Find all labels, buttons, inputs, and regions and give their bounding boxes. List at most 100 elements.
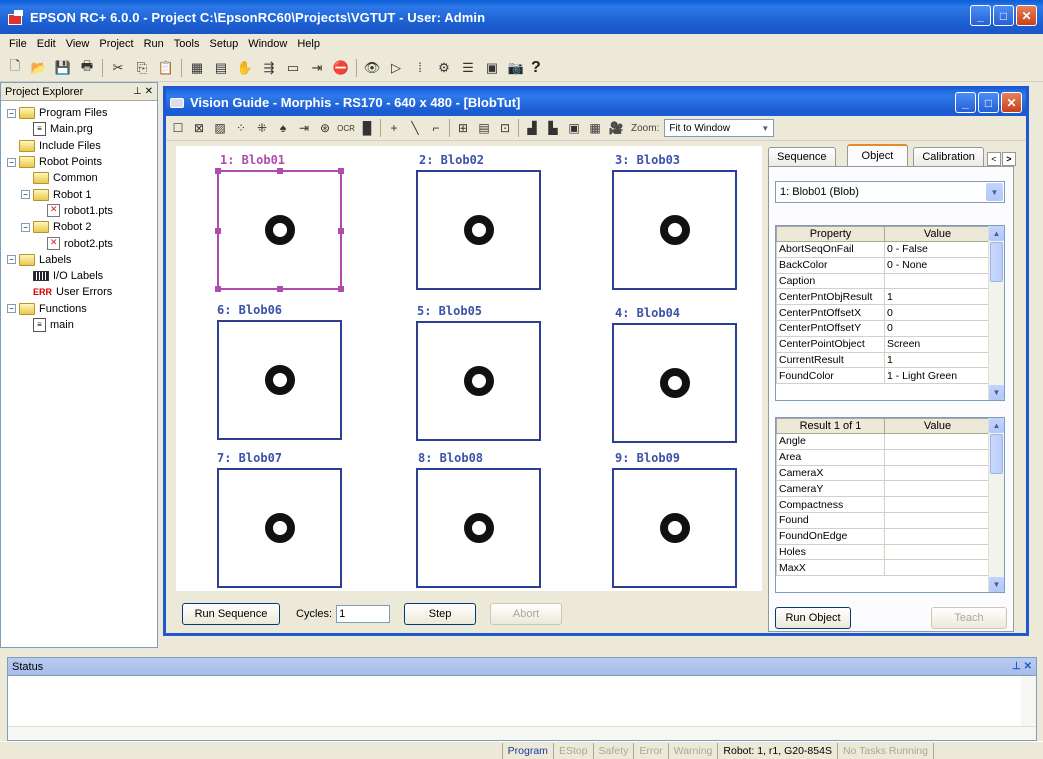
property-value[interactable]: 0 - None xyxy=(884,256,991,274)
step-button[interactable]: Step xyxy=(404,603,477,625)
task-manager-icon[interactable]: ☰ xyxy=(459,59,477,77)
collapse-icon[interactable]: − xyxy=(7,304,16,314)
property-value[interactable]: 1 xyxy=(884,351,991,369)
menu-help[interactable]: Help xyxy=(292,38,325,50)
copy-icon[interactable]: ⎘ xyxy=(133,59,151,77)
tree-item[interactable]: − Functions xyxy=(1,301,157,317)
tree-item[interactable]: − Robot 1 xyxy=(1,186,157,202)
blob-search-window[interactable] xyxy=(612,468,737,588)
blob-search-window[interactable] xyxy=(416,170,541,290)
property-value[interactable]: 0 - False xyxy=(884,241,991,258)
property-value[interactable]: 0 xyxy=(884,319,991,337)
menu-window[interactable]: Window xyxy=(243,38,292,50)
vision-close-button[interactable]: ✕ xyxy=(1001,92,1022,113)
tree-item[interactable]: robot2.pts xyxy=(1,235,157,251)
tree-item[interactable]: Common xyxy=(1,170,157,186)
tree-item[interactable]: ≡ Main.prg xyxy=(1,121,157,137)
line-icon[interactable]: ╲ xyxy=(407,120,423,136)
status-horizontal-scrollbar[interactable] xyxy=(8,726,1036,740)
property-row[interactable]: CenterPntOffsetY 0 xyxy=(776,319,991,337)
build-icon[interactable]: ⇶ xyxy=(260,59,278,77)
object-select[interactable]: 1: Blob01 (Blob) ▼ xyxy=(775,181,1005,203)
menu-tools[interactable]: Tools xyxy=(169,38,205,50)
teach-button[interactable]: Teach xyxy=(931,607,1007,629)
new-file-icon[interactable]: 🗋 xyxy=(6,58,24,77)
vision-image-display[interactable]: 1: Blob01 2: Blob02 3: Blob03 6: Blob06 … xyxy=(176,146,762,591)
step-icon[interactable]: ⇥ xyxy=(308,59,326,77)
stop-icon[interactable]: ⛔ xyxy=(332,59,350,77)
collapse-icon[interactable]: − xyxy=(21,222,30,232)
blob-search-window[interactable] xyxy=(416,468,541,588)
menu-file[interactable]: File xyxy=(4,38,32,50)
edge-icon[interactable]: ⇥ xyxy=(296,120,312,136)
zoom-select[interactable]: Fit to Window ▼ xyxy=(664,119,775,137)
results-scrollbar[interactable]: ▲ ▼ xyxy=(988,418,1004,592)
run-sequence-button[interactable]: Run Sequence xyxy=(182,603,280,625)
vision-guide-icon[interactable]: 👁 xyxy=(363,59,381,77)
scroll-up-icon[interactable]: ▲ xyxy=(989,226,1004,241)
property-row[interactable]: CenterPointObject Screen xyxy=(776,335,991,353)
property-row[interactable]: FoundColor 1 - Light Green xyxy=(776,367,991,385)
collapse-icon[interactable]: − xyxy=(7,157,16,167)
tree-item[interactable]: − Robot Points xyxy=(1,154,157,170)
menu-run[interactable]: Run xyxy=(139,38,169,50)
tree-item[interactable]: − Robot 2 xyxy=(1,219,157,235)
vision-minimize-button[interactable]: _ xyxy=(955,92,976,113)
paste-icon[interactable]: 📋 xyxy=(157,59,175,77)
blob-search-window[interactable] xyxy=(612,170,737,290)
robot-manager-icon[interactable]: ▦ xyxy=(188,59,206,77)
new-sequence-icon[interactable]: ☐ xyxy=(170,120,186,136)
tab-scroll-left-icon[interactable]: < xyxy=(986,152,1001,166)
correlation-icon[interactable]: ⁜ xyxy=(254,120,270,136)
scroll-thumb[interactable] xyxy=(990,434,1003,474)
print-icon[interactable]: 🖶 xyxy=(78,58,96,77)
result-row[interactable]: Found xyxy=(776,511,991,529)
blob-icon[interactable]: ♠ xyxy=(275,120,291,136)
property-row[interactable]: AbortSeqOnFail 0 - False xyxy=(776,241,991,258)
result-row[interactable]: CameraY xyxy=(776,480,991,498)
status-vertical-scrollbar[interactable] xyxy=(1021,676,1036,726)
scroll-down-icon[interactable]: ▼ xyxy=(989,577,1004,592)
property-row[interactable]: BackColor 0 - None xyxy=(776,256,991,274)
geometric-icon[interactable]: ⁘ xyxy=(233,120,249,136)
force-all-labels-icon[interactable]: ▤ xyxy=(476,120,492,136)
resize-handle[interactable] xyxy=(338,286,344,292)
frame-icon[interactable]: ⌐ xyxy=(428,120,444,136)
model-window-icon[interactable]: ▣ xyxy=(566,120,582,136)
pin-close-icon[interactable]: ⊥ ✕ xyxy=(133,86,153,97)
delete-icon[interactable]: ⊠ xyxy=(191,120,207,136)
video-icon[interactable]: 🎥 xyxy=(608,120,624,136)
property-value[interactable]: 1 xyxy=(884,288,991,306)
resize-handle[interactable] xyxy=(338,228,344,234)
ocr-icon[interactable]: OCR xyxy=(337,120,355,136)
blob-search-window[interactable] xyxy=(217,468,342,588)
run-object-button[interactable]: Run Object xyxy=(775,607,851,629)
vision-camera-icon[interactable]: 📷 xyxy=(507,59,525,77)
tree-item[interactable]: ERR User Errors xyxy=(1,284,157,300)
vision-maximize-button[interactable]: □ xyxy=(978,92,999,113)
run-window-icon[interactable]: ▭ xyxy=(284,59,302,77)
barcode-icon[interactable]: ▐▌ xyxy=(359,120,376,136)
collapse-icon[interactable]: − xyxy=(7,108,16,118)
scroll-down-icon[interactable]: ▼ xyxy=(989,385,1004,400)
menu-edit[interactable]: Edit xyxy=(32,38,61,50)
property-scrollbar[interactable]: ▲ ▼ xyxy=(988,226,1004,400)
collapse-icon[interactable]: − xyxy=(7,255,16,265)
menu-project[interactable]: Project xyxy=(94,38,138,50)
result-row[interactable]: Area xyxy=(776,448,991,466)
blob-search-window[interactable] xyxy=(612,323,737,443)
result-row[interactable]: CameraX xyxy=(776,464,991,482)
blob-search-window[interactable] xyxy=(416,321,541,441)
resize-handle[interactable] xyxy=(215,168,221,174)
io-monitor-icon[interactable]: ▤ xyxy=(212,59,230,77)
property-value[interactable]: 0 xyxy=(884,304,991,321)
result-row[interactable]: Compactness xyxy=(776,496,991,513)
save-all-icon[interactable]: 💾 xyxy=(54,59,72,77)
polar-icon[interactable]: ⊛ xyxy=(317,120,333,136)
result-row[interactable]: MaxX xyxy=(776,559,991,577)
tab-scroll-right-icon[interactable]: > xyxy=(1001,152,1016,166)
pin-close-icon[interactable]: ⊥ ✕ xyxy=(1012,661,1032,672)
resize-handle[interactable] xyxy=(215,286,221,292)
statistics-icon[interactable]: ▙ xyxy=(545,120,561,136)
minimize-button[interactable]: _ xyxy=(970,5,991,26)
